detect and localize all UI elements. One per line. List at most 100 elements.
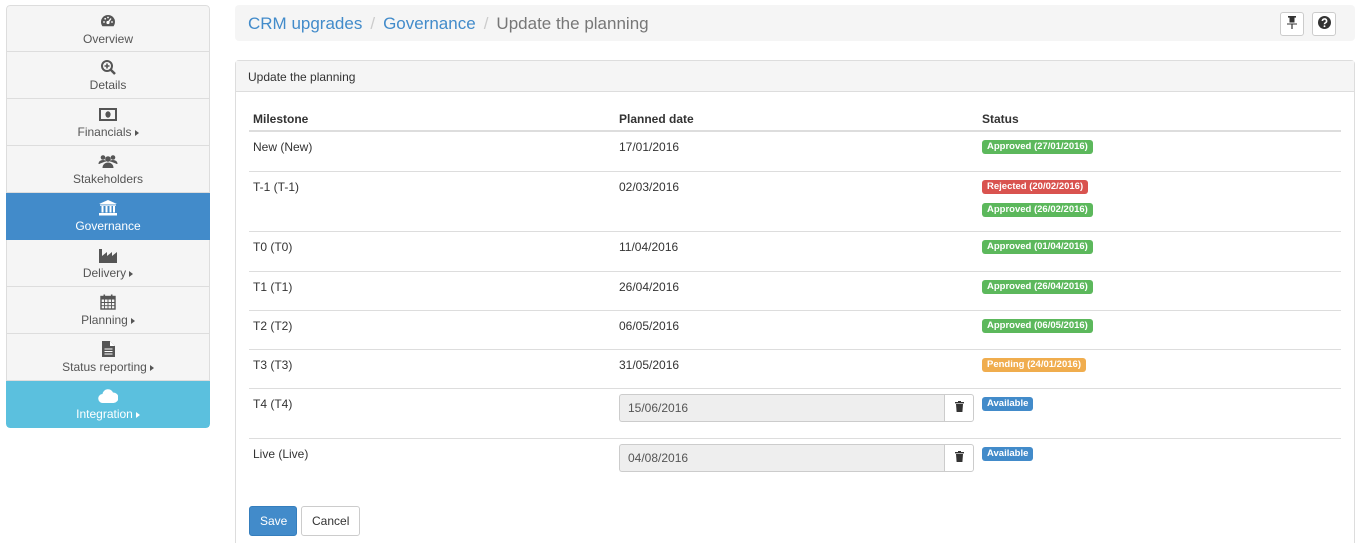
status-cell: Approved (06/05/2016) bbox=[982, 319, 1093, 342]
sidebar-item-label: Integration bbox=[76, 407, 133, 421]
status-badge: Approved (06/05/2016) bbox=[982, 319, 1093, 333]
table-row: T4 (T4) Available bbox=[249, 389, 1341, 439]
sidebar-item-label: Planning bbox=[81, 313, 128, 327]
sidebar-item-label: Stakeholders bbox=[72, 172, 144, 186]
planning-table: Milestone Planned date Status New (New) … bbox=[249, 105, 1341, 489]
milestone-cell: T-1 (T-1) bbox=[253, 180, 300, 194]
planned-date-cell: 06/05/2016 bbox=[619, 319, 680, 333]
users-icon bbox=[98, 152, 118, 170]
status-badge: Approved (26/04/2016) bbox=[982, 280, 1093, 294]
status-badge: Rejected (20/02/2016) bbox=[982, 180, 1089, 194]
planning-panel: Update the planning Milestone Planned da… bbox=[235, 60, 1355, 543]
sidebar-item-delivery[interactable]: Delivery bbox=[6, 240, 210, 287]
table-row: T-1 (T-1) 02/03/2016 Rejected (20/02/201… bbox=[249, 172, 1341, 232]
breadcrumb-separator: / bbox=[370, 14, 376, 33]
help-button[interactable] bbox=[1312, 12, 1336, 36]
caret-right-icon bbox=[129, 270, 134, 277]
status-cell: Approved (27/01/2016) bbox=[982, 140, 1093, 163]
bank-icon bbox=[99, 199, 117, 217]
zoom-in-icon bbox=[100, 58, 116, 76]
sidebar-item-details[interactable]: Details bbox=[6, 52, 210, 99]
file-icon bbox=[101, 340, 115, 358]
milestone-cell: New (New) bbox=[253, 140, 313, 154]
status-badge: Approved (26/02/2016) bbox=[982, 203, 1093, 217]
planned-date-cell: 17/01/2016 bbox=[619, 140, 680, 154]
breadcrumb-project-link[interactable]: CRM upgrades bbox=[248, 14, 362, 33]
planned-date-input[interactable] bbox=[619, 444, 944, 472]
pin-button[interactable] bbox=[1280, 12, 1304, 36]
breadcrumb-bar: CRM upgrades / Governance / Update the plann… bbox=[235, 5, 1355, 41]
column-header-planned-date: Planned date bbox=[619, 112, 694, 126]
planned-date-cell: 31/05/2016 bbox=[619, 358, 680, 372]
milestone-cell: T3 (T3) bbox=[253, 358, 293, 372]
milestone-cell: T4 (T4) bbox=[253, 397, 293, 411]
sidebar-item-label: Status reporting bbox=[62, 360, 147, 374]
money-icon bbox=[99, 105, 117, 123]
planned-date-cell: 02/03/2016 bbox=[619, 180, 680, 194]
table-row: Live (Live) Available bbox=[249, 439, 1341, 489]
table-row: T3 (T3) 31/05/2016 Pending (24/01/2016) bbox=[249, 350, 1341, 389]
delete-date-button[interactable] bbox=[944, 444, 974, 472]
status-cell: Available bbox=[982, 447, 1034, 470]
sidebar-item-label: Delivery bbox=[82, 266, 127, 280]
status-badge: Available bbox=[982, 397, 1034, 411]
cloud-icon bbox=[98, 387, 118, 405]
planned-date-group bbox=[619, 394, 974, 422]
caret-right-icon bbox=[149, 364, 154, 371]
sidebar-item-label: Details bbox=[89, 78, 127, 92]
column-header-status: Status bbox=[982, 112, 1019, 126]
milestone-cell: Live (Live) bbox=[253, 447, 309, 461]
planned-date-group bbox=[619, 444, 974, 472]
calendar-icon bbox=[100, 293, 116, 311]
milestone-cell: T0 (T0) bbox=[253, 240, 293, 254]
factory-icon bbox=[99, 246, 117, 264]
status-badge: Approved (27/01/2016) bbox=[982, 140, 1093, 154]
status-cell: Pending (24/01/2016) bbox=[982, 358, 1086, 381]
caret-right-icon bbox=[135, 411, 140, 418]
delete-date-button[interactable] bbox=[944, 394, 974, 422]
sidebar: Overview Details Financials Stakeholders… bbox=[6, 5, 210, 428]
status-badge: Available bbox=[982, 447, 1034, 461]
page-title: Update the planning bbox=[496, 14, 649, 33]
sidebar-item-financials[interactable]: Financials bbox=[6, 99, 210, 146]
status-cell: Approved (26/04/2016) bbox=[982, 280, 1093, 303]
help-icon bbox=[1317, 16, 1331, 32]
cancel-button[interactable]: Cancel bbox=[301, 506, 360, 536]
table-row: T2 (T2) 06/05/2016 Approved (06/05/2016) bbox=[249, 311, 1341, 350]
breadcrumb-separator: / bbox=[483, 14, 489, 33]
milestone-cell: T1 (T1) bbox=[253, 280, 293, 294]
sidebar-item-label: Overview bbox=[82, 31, 133, 46]
table-row: T1 (T1) 26/04/2016 Approved (26/04/2016) bbox=[249, 272, 1341, 311]
sidebar-item-planning[interactable]: Planning bbox=[6, 287, 210, 334]
sidebar-item-stakeholders[interactable]: Stakeholders bbox=[6, 146, 210, 193]
sidebar-item-label: Financials bbox=[77, 125, 132, 139]
caret-right-icon bbox=[130, 317, 135, 324]
table-row: New (New) 17/01/2016 Approved (27/01/201… bbox=[249, 132, 1341, 172]
planned-date-input[interactable] bbox=[619, 394, 944, 422]
breadcrumb: CRM upgrades / Governance / Update the plann… bbox=[248, 14, 649, 34]
table-row: T0 (T0) 11/04/2016 Approved (01/04/2016) bbox=[249, 232, 1341, 272]
status-badge: Pending (24/01/2016) bbox=[982, 358, 1086, 372]
breadcrumb-section-link[interactable]: Governance bbox=[383, 14, 476, 33]
status-badge: Approved (01/04/2016) bbox=[982, 240, 1093, 254]
sidebar-item-status-reporting[interactable]: Status reporting bbox=[6, 334, 210, 381]
sidebar-item-overview[interactable]: Overview bbox=[6, 5, 210, 52]
status-cell: Available bbox=[982, 397, 1034, 420]
trash-icon bbox=[954, 401, 964, 415]
status-cell: Approved (01/04/2016) bbox=[982, 240, 1093, 263]
sidebar-item-label: Governance bbox=[75, 219, 141, 233]
dashboard-icon bbox=[100, 12, 116, 30]
panel-heading: Update the planning bbox=[236, 61, 1354, 92]
sidebar-item-integration[interactable]: Integration bbox=[6, 381, 210, 428]
caret-right-icon bbox=[134, 129, 139, 136]
milestone-cell: T2 (T2) bbox=[253, 319, 293, 333]
column-header-milestone: Milestone bbox=[253, 112, 309, 126]
sidebar-item-governance[interactable]: Governance bbox=[6, 193, 210, 240]
planned-date-cell: 11/04/2016 bbox=[619, 240, 679, 254]
planned-date-cell: 26/04/2016 bbox=[619, 280, 680, 294]
pin-icon bbox=[1287, 16, 1297, 32]
status-cell: Rejected (20/02/2016) Approved (26/02/20… bbox=[982, 180, 1093, 226]
trash-icon bbox=[954, 451, 964, 465]
save-button[interactable]: Save bbox=[249, 506, 297, 536]
table-header: Milestone Planned date Status bbox=[249, 105, 1341, 132]
